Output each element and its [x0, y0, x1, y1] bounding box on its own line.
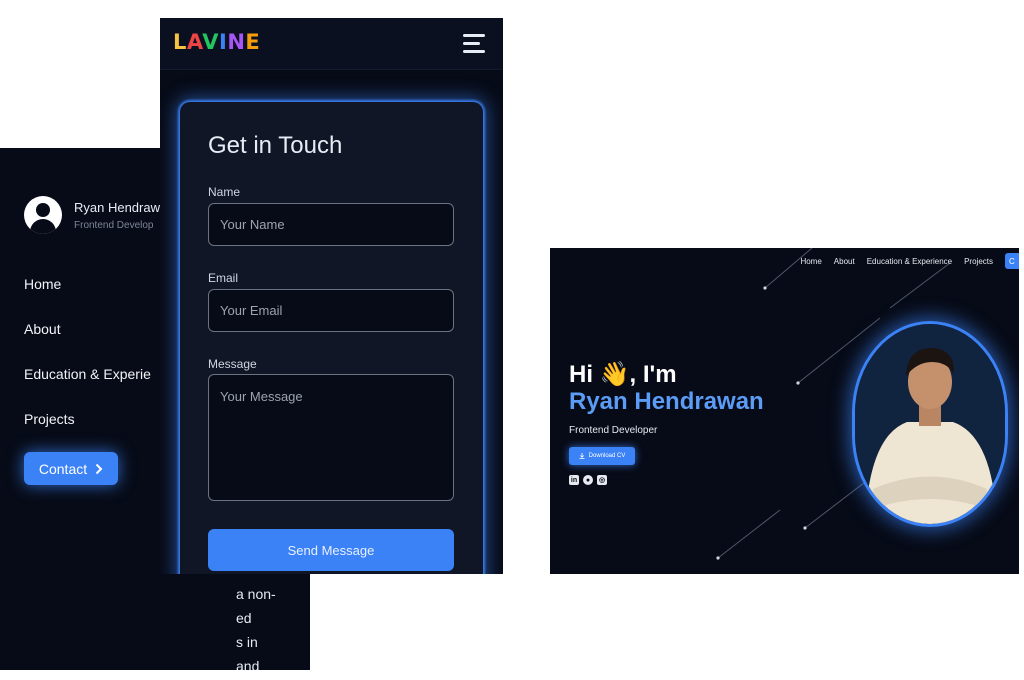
hero-name: Ryan Hendrawan: [569, 388, 764, 415]
contact-form-card: Get in Touch Name Your Name Email Your E…: [180, 102, 483, 574]
nav-contact-button[interactable]: C: [1005, 253, 1019, 269]
lavine-logo[interactable]: LAVINE: [173, 30, 260, 54]
mobile-header: LAVINE: [160, 18, 503, 70]
instagram-icon[interactable]: ◎: [597, 475, 607, 485]
send-message-button[interactable]: Send Message: [208, 529, 454, 571]
social-links: in ● ◎: [569, 475, 607, 485]
paragraph-line: a non-: [236, 586, 276, 602]
message-textarea[interactable]: Your Message: [208, 374, 454, 501]
download-icon: [579, 453, 585, 459]
sidebar-item-about[interactable]: About: [24, 321, 151, 339]
contact-button[interactable]: Contact: [24, 452, 118, 485]
person-illustration: [855, 324, 1005, 524]
user-avatar-icon: [24, 196, 62, 234]
hero-navbar: Home About Education & Experience Projec…: [800, 253, 1019, 269]
nav-education[interactable]: Education & Experience: [867, 257, 952, 266]
sidebar-item-home[interactable]: Home: [24, 276, 151, 294]
paragraph-line: and: [236, 658, 260, 670]
nav-about[interactable]: About: [834, 257, 855, 266]
sidebar-item-projects[interactable]: Projects: [24, 411, 151, 429]
download-cv-button[interactable]: Download CV: [569, 447, 635, 465]
email-placeholder: Your Email: [220, 303, 283, 318]
name-input[interactable]: Your Name: [208, 203, 454, 246]
name-placeholder: Your Name: [220, 217, 285, 232]
paragraph-line: s in: [236, 634, 258, 650]
profile-role: Frontend Develop: [74, 219, 154, 231]
email-input[interactable]: Your Email: [208, 289, 454, 332]
chevron-right-icon: [95, 463, 103, 474]
form-title: Get in Touch: [208, 132, 343, 159]
about-paragraph-fragment: a non- ed s in and: [236, 586, 276, 670]
message-placeholder: Your Message: [220, 389, 303, 404]
contact-button-label: Contact: [38, 460, 88, 477]
nav-home[interactable]: Home: [800, 257, 821, 266]
download-cv-label: Download CV: [588, 453, 626, 459]
hero-greeting: Hi 👋, I'm: [569, 361, 677, 388]
hamburger-menu-icon[interactable]: [463, 34, 485, 54]
hero-role: Frontend Developer: [569, 425, 658, 436]
paragraph-line: ed: [236, 610, 252, 626]
message-label: Message: [208, 357, 257, 371]
profile-name: Ryan Hendrawa: [74, 199, 168, 215]
sidebar-item-education[interactable]: Education & Experie: [24, 366, 151, 384]
contact-screenshot: LAVINE Get in Touch Name Your Name Email…: [160, 18, 503, 574]
send-button-label: Send Message: [287, 542, 375, 558]
hero-screenshot: Home About Education & Experience Projec…: [550, 248, 1019, 574]
screenshot-collage: Ryan Hendrawa Frontend Develop Home Abou…: [0, 0, 1024, 680]
nav-projects[interactable]: Projects: [964, 257, 993, 266]
linkedin-icon[interactable]: in: [569, 475, 579, 485]
sidebar-nav: Home About Education & Experie Projects: [24, 276, 151, 429]
profile-photo: [852, 321, 1008, 527]
email-label: Email: [208, 271, 239, 285]
github-icon[interactable]: ●: [583, 475, 593, 485]
sidebar-profile: Ryan Hendrawa Frontend Develop: [24, 196, 167, 234]
name-label: Name: [208, 185, 241, 199]
